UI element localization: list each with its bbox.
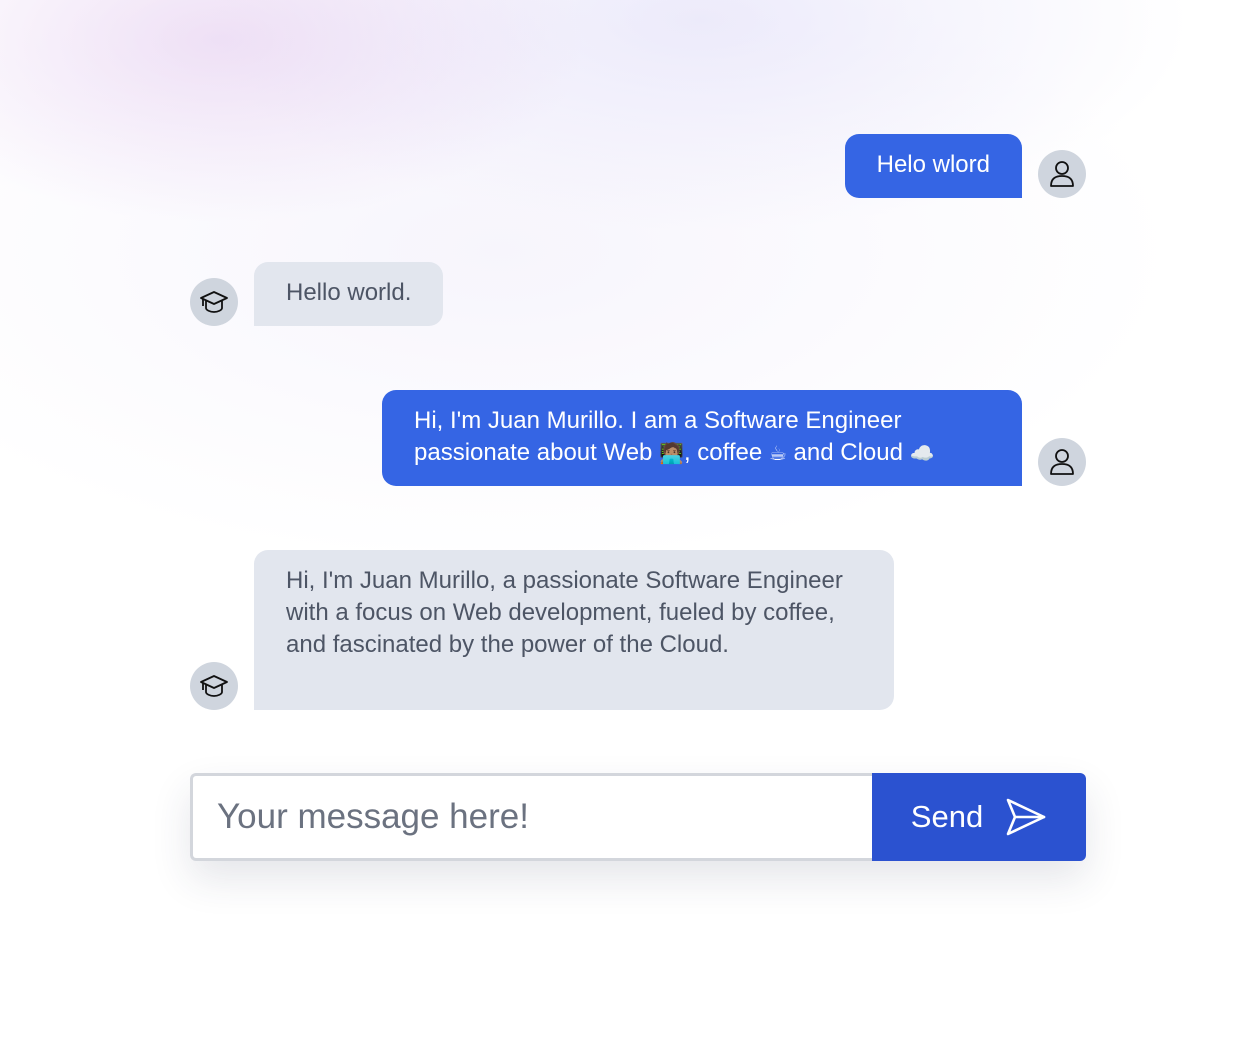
- user-icon: [1050, 449, 1074, 475]
- assistant-avatar: [190, 662, 238, 710]
- user-message-bubble: Helo wlord: [844, 134, 1022, 198]
- cloud-emoji: ☁️: [909, 441, 935, 465]
- assistant-avatar: [190, 278, 238, 326]
- message-input[interactable]: [190, 773, 872, 861]
- send-button[interactable]: Send: [872, 773, 1086, 861]
- message-row-user: Hi, I'm Juan Murillo. I am a Software En…: [382, 390, 1086, 486]
- graduation-cap-icon: [200, 291, 228, 313]
- assistant-message-bubble: Hello world.: [254, 262, 444, 326]
- message-line: Hi, I'm Juan Murillo. I am a Software En…: [414, 407, 902, 434]
- message-row-user: Helo wlord: [844, 134, 1086, 198]
- paper-plane-icon: [1006, 798, 1046, 836]
- message-line: passionate about Web 🧑🏽‍💻, coffee ☕ and …: [414, 439, 935, 466]
- message-text: Helo wlord: [876, 151, 990, 178]
- message-text: Hello world.: [286, 279, 412, 306]
- message-row-assistant: Hi, I'm Juan Murillo, a passionate Softw…: [190, 550, 894, 710]
- message-text: Hi, I'm Juan Murillo, a passionate Softw…: [286, 567, 843, 658]
- chat-window: Helo wlord Hello world. Hi, I'm Juan Mur…: [0, 0, 1252, 1052]
- user-message-bubble: Hi, I'm Juan Murillo. I am a Software En…: [382, 390, 1022, 486]
- user-avatar: [1038, 150, 1086, 198]
- technologist-emoji: 🧑🏽‍💻: [659, 441, 684, 465]
- user-icon: [1050, 161, 1074, 187]
- graduation-cap-icon: [200, 675, 228, 697]
- coffee-emoji: ☕: [768, 441, 787, 465]
- user-avatar: [1038, 438, 1086, 486]
- message-composer: Send: [190, 773, 1086, 861]
- send-button-label: Send: [910, 799, 984, 834]
- message-row-assistant: Hello world.: [190, 262, 444, 326]
- assistant-message-bubble: Hi, I'm Juan Murillo, a passionate Softw…: [254, 550, 894, 710]
